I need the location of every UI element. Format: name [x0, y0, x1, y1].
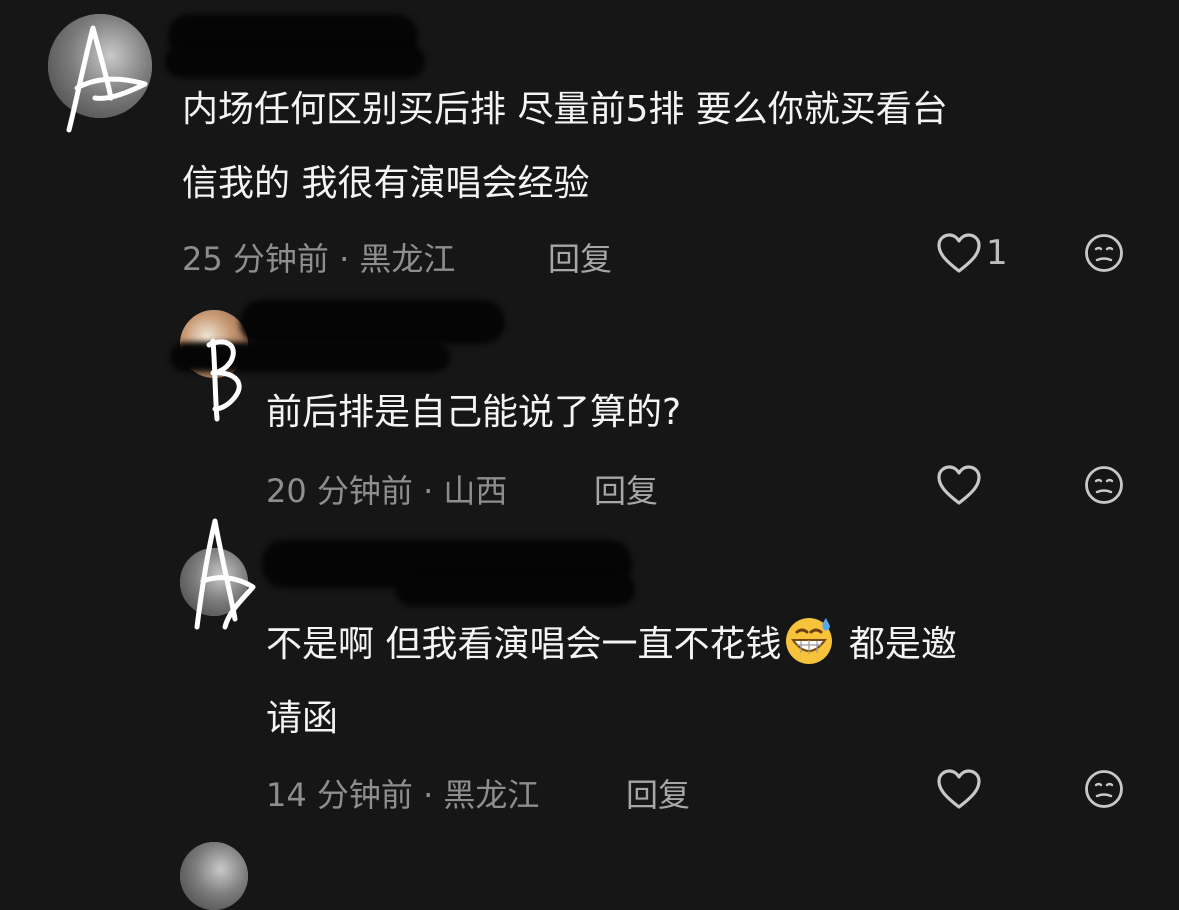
reply-button[interactable]: 回复 — [626, 770, 690, 816]
comment-text-line-2: 信我的 我很有演唱会经验 — [182, 163, 590, 204]
username-redacted-2 — [395, 572, 635, 606]
comment-text-part-1: 不是啊 但我看演唱会一直不花钱 — [266, 624, 782, 665]
avatar[interactable] — [180, 548, 248, 616]
like-button[interactable] — [936, 464, 986, 506]
heart-icon — [937, 769, 981, 809]
dislike-face-icon[interactable] — [1084, 465, 1124, 505]
dislike-face-icon[interactable] — [1084, 233, 1124, 273]
reply-button[interactable]: 回复 — [594, 466, 658, 512]
heart-icon — [937, 465, 981, 505]
username-redacted-2 — [170, 342, 450, 372]
like-count: 1 — [986, 233, 1008, 273]
comment-3: 不是啊 但我看演唱会一直不花钱 都是邀 请函 14 分钟前 · 黑龙江 回复 — [0, 520, 1179, 910]
comment-text: 前后排是自己能说了算的? — [266, 376, 681, 450]
like-button[interactable]: 1 — [936, 232, 1008, 274]
comment-text-line-1: 内场任何区别买后排 尽量前5排 要么你就买看台 — [182, 89, 948, 130]
dislike-face-icon[interactable] — [1084, 769, 1124, 809]
comment-meta: 25 分钟前 · 黑龙江 — [182, 240, 456, 278]
next-avatar-partial — [180, 842, 248, 910]
reply-button[interactable]: 回复 — [548, 234, 612, 280]
comment-text: 内场任何区别买后排 尽量前5排 要么你就买看台 信我的 我很有演唱会经验 — [182, 73, 948, 221]
avatar[interactable] — [48, 14, 152, 118]
like-button[interactable] — [936, 768, 986, 810]
username-redacted — [240, 300, 505, 344]
comment-2: 前后排是自己能说了算的? 20 分钟前 · 山西 回复 — [0, 290, 1179, 520]
comment-text-line-1: 前后排是自己能说了算的? — [266, 392, 682, 433]
comment-text: 不是啊 但我看演唱会一直不花钱 都是邀 请函 — [266, 608, 957, 756]
comment-text-line-2: 请函 — [266, 698, 339, 739]
comment-text-line-1: 不是啊 但我看演唱会一直不花钱 都是邀 — [266, 608, 957, 682]
grinning-sweat-emoji — [786, 618, 833, 664]
comment-text-part-2: 都是邀 — [837, 624, 957, 665]
comment-1: 内场任何区别买后排 尽量前5排 要么你就买看台 信我的 我很有演唱会经验 25 … — [0, 0, 1179, 290]
comment-meta: 20 分钟前 · 山西 — [266, 472, 508, 510]
heart-icon — [937, 233, 981, 273]
comment-meta: 14 分钟前 · 黑龙江 — [266, 776, 540, 814]
